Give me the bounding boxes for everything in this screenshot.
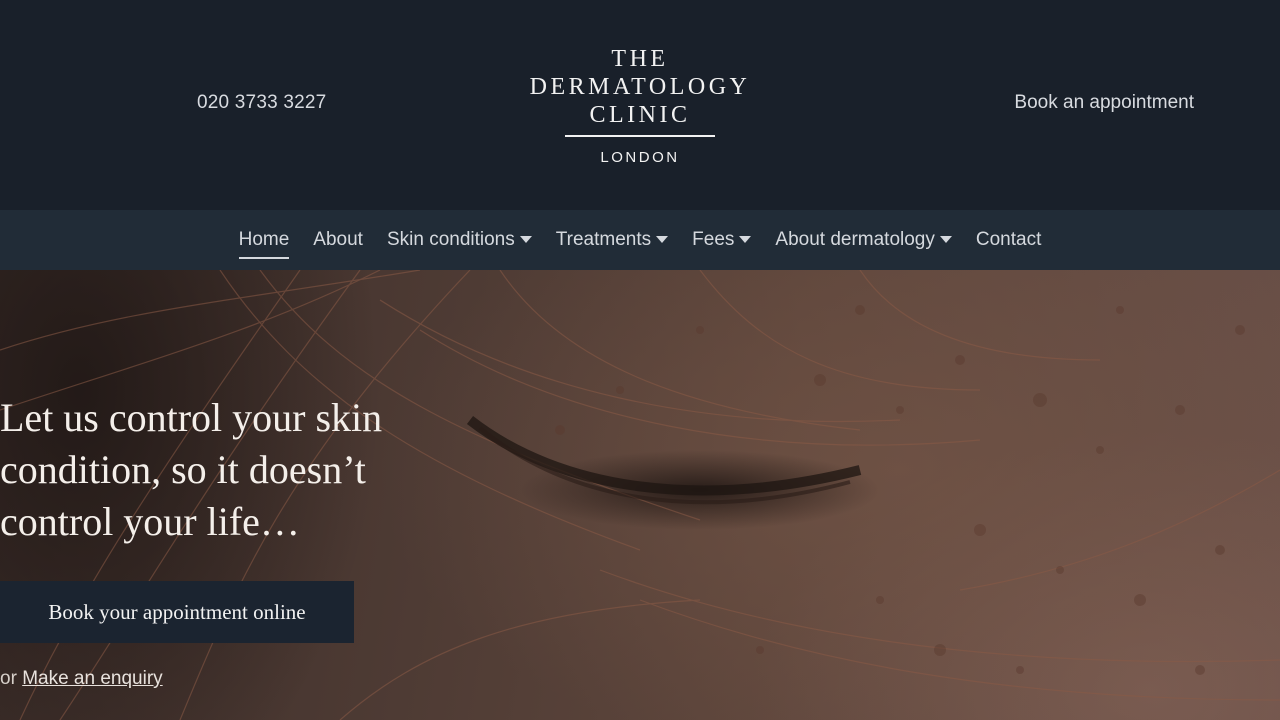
clinic-logo[interactable]: THE DERMATOLOGY CLINIC LONDON [510,45,770,166]
logo-line-london: LONDON [600,149,680,166]
enquiry-line: or Make an enquiry [0,668,163,690]
nav-item-label: Skin conditions [386,229,515,250]
caret-down-icon [656,235,669,243]
nav-item-home[interactable]: Home [238,229,290,259]
enquiry-prefix: or [0,668,23,689]
nav-item-treatments[interactable]: Treatments [555,229,669,251]
nav-item-label: Contact [975,229,1042,250]
site-header: 020 3733 3227 THE DERMATOLOGY CLINIC LON… [0,0,1280,210]
main-nav: Home About Skin conditions Treatments Fe… [0,210,1280,270]
logo-line-the: THE [611,46,669,72]
nav-item-label: Home [238,229,290,250]
nav-item-contact[interactable]: Contact [976,229,1041,251]
phone-link[interactable]: 020 3733 3227 [197,92,326,114]
caret-down-icon [739,235,752,243]
nav-item-skin-conditions[interactable]: Skin conditions [387,229,532,251]
logo-line-clinic: CLINIC [589,102,691,128]
nav-item-about[interactable]: About [313,229,363,251]
nav-item-about-dermatology[interactable]: About dermatology [775,229,952,251]
nav-item-fees[interactable]: Fees [692,229,752,251]
hero-banner: Let us control your skin condition, so i… [0,270,1280,720]
caret-down-icon [519,235,532,243]
book-online-button[interactable]: Book your appointment online [0,581,354,643]
caret-down-icon [939,235,952,243]
nav-item-label: Fees [692,229,735,250]
book-appointment-link[interactable]: Book an appointment [1014,92,1194,114]
nav-item-label: Treatments [555,229,652,250]
hero-headline: Let us control your skin condition, so i… [0,395,383,544]
nav-item-label: About dermatology [775,229,935,250]
make-enquiry-link[interactable]: Make an enquiry [22,668,162,689]
logo-line-dermatology: DERMATOLOGY [529,74,751,100]
logo-divider [565,135,715,137]
nav-item-label: About [313,229,363,250]
